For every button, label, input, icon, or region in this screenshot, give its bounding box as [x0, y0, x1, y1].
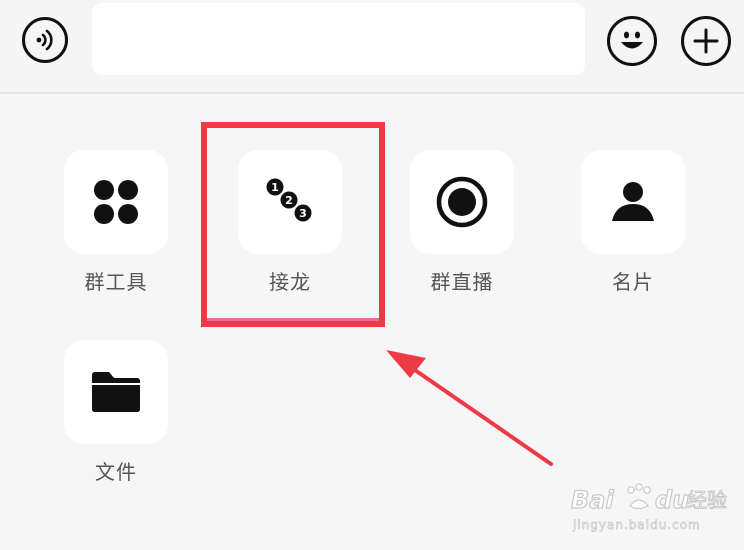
panel-item-label: 群工具 [84, 270, 148, 294]
panel-item-label: 文件 [95, 460, 137, 484]
panel-item-label: 接龙 [269, 270, 311, 294]
folder-icon [92, 372, 140, 412]
svg-text:jingyan.baidu.com: jingyan.baidu.com [572, 518, 701, 532]
baidu-jingyan-watermark: Bai du 经验 jingyan.baidu.com [570, 483, 728, 532]
chat-input-bar [0, 0, 744, 94]
group-tools-tile[interactable] [64, 150, 168, 254]
chain-tile[interactable]: 1 2 3 [238, 150, 342, 254]
plus-icon [693, 28, 719, 54]
panel-item-label: 名片 [612, 270, 654, 294]
panel-item-group-tools[interactable]: 群工具 [61, 150, 171, 295]
svg-text:2: 2 [285, 194, 293, 207]
numbered-chain-icon: 1 2 3 [266, 178, 312, 222]
message-input[interactable] [92, 3, 585, 75]
svg-text:经验: 经验 [687, 488, 727, 512]
panel-item-contact-card[interactable]: 名片 [578, 150, 688, 295]
voice-button[interactable] [22, 17, 68, 63]
panel-item-chain[interactable]: 1 2 3 接龙 [235, 150, 345, 295]
svg-text:Bai: Bai [571, 486, 614, 514]
svg-text:du: du [655, 486, 689, 514]
more-functions-button[interactable] [681, 16, 731, 66]
emoji-icon [621, 31, 643, 49]
group-live-tile[interactable] [410, 150, 514, 254]
file-tile[interactable] [64, 340, 168, 444]
contact-card-icon [612, 182, 654, 221]
voice-icon [36, 29, 53, 51]
panel-item-group-live[interactable]: 群直播 [407, 150, 517, 295]
panel-item-file[interactable]: 文件 [61, 340, 171, 485]
svg-text:3: 3 [299, 207, 307, 220]
panel-item-label: 群直播 [430, 270, 494, 294]
group-tools-icon [94, 180, 138, 224]
emoji-button[interactable] [607, 16, 657, 66]
svg-text:1: 1 [271, 181, 279, 194]
contact-card-tile[interactable] [581, 150, 685, 254]
live-broadcast-icon [436, 176, 488, 228]
